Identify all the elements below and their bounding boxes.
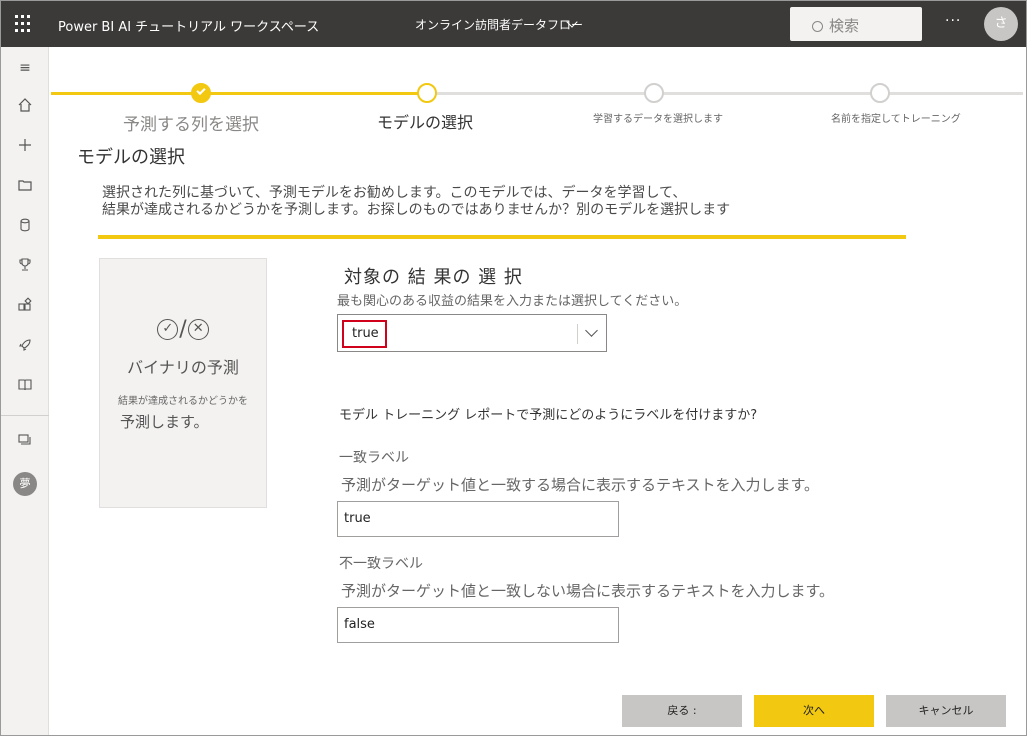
hamburger-menu-icon[interactable]: ≡	[15, 58, 35, 78]
binary-prediction-icon: ✓ / ✕	[100, 316, 266, 342]
outcome-selected-value: true	[342, 320, 387, 348]
user-avatar[interactable]: さ	[984, 7, 1018, 41]
match-label-input[interactable]: true	[337, 501, 619, 537]
browse-folder-icon[interactable]	[15, 177, 35, 197]
dataflow-name[interactable]: オンライン訪問者データフロー	[415, 16, 583, 33]
step-2-label: モデルの選択	[377, 113, 474, 132]
banner-line-1: 選択された列に基づいて、予測モデルをお勧めします。このモデルでは、データを学習し…	[102, 185, 687, 201]
learn-book-icon[interactable]	[15, 377, 35, 397]
apps-icon[interactable]	[15, 297, 35, 317]
workspaces-icon[interactable]	[15, 432, 35, 452]
workspace-title[interactable]: Power BI AI チュートリアル ワークスペース	[58, 16, 319, 35]
workspace-avatar[interactable]: 夢	[13, 472, 37, 496]
outcome-title: 対象の 結 果の 選 択	[344, 267, 523, 288]
dropdown-divider	[577, 324, 578, 344]
search-placeholder: 検索	[829, 17, 860, 35]
outcome-hint: 最も関心のある収益の結果を入力または選択してください。	[337, 294, 688, 309]
step-3-label: 学習するデータを選択します	[593, 114, 723, 125]
step-1-dot	[191, 83, 211, 103]
step-4-label: 名前を指定してトレーニング	[831, 114, 961, 125]
app-window: Power BI AI チュートリアル ワークスペース オンライン訪問者データフ…	[0, 0, 1027, 736]
step-1-label: 予測する列を選択	[123, 115, 259, 135]
mismatch-label-heading: 不一致ラベル	[339, 556, 423, 572]
search-icon	[812, 21, 823, 32]
chevron-down-icon[interactable]	[585, 324, 598, 337]
match-label-heading: 一致ラベル	[339, 450, 409, 466]
home-icon[interactable]	[15, 97, 35, 117]
mismatch-label-hint: 予測がターゲット値と一致しない場合に表示するテキストを入力します。	[341, 582, 835, 600]
step-2-dot	[417, 83, 437, 103]
back-button[interactable]: 戻る :	[622, 695, 742, 727]
data-hub-icon[interactable]	[15, 217, 35, 237]
nav-rail: ≡ 夢	[1, 47, 49, 735]
search-box[interactable]: 検索	[790, 7, 922, 41]
model-card-title: バイナリの予測	[127, 357, 239, 377]
step-4-dot	[870, 83, 890, 103]
model-card-desc-line-1: 結果が達成されるかどうかを	[118, 395, 248, 407]
banner-line-2[interactable]: 結果が達成されるかどうかを予測します。お探しのものではありませんか？別のモデルを…	[98, 202, 906, 219]
mismatch-label-input[interactable]: false	[337, 607, 619, 643]
top-bar: Power BI AI チュートリアル ワークスペース オンライン訪問者データフ…	[1, 1, 1026, 47]
next-button[interactable]: 次へ	[754, 695, 874, 727]
outcome-dropdown[interactable]: true	[337, 314, 607, 352]
page-title: モデルの選択	[77, 147, 185, 168]
step-3-dot	[644, 83, 664, 103]
more-options-button[interactable]: ···	[945, 13, 961, 29]
app-launcher-icon[interactable]	[15, 15, 33, 33]
model-card-binary[interactable]: ✓ / ✕ バイナリの予測 結果が達成されるかどうかを 予測します。	[99, 258, 267, 508]
create-plus-icon[interactable]	[15, 137, 35, 157]
progress-track-remaining	[427, 92, 1023, 95]
progress-track-complete	[51, 92, 427, 95]
checkmark-icon	[196, 85, 206, 96]
rail-divider	[1, 415, 49, 416]
goals-trophy-icon[interactable]	[15, 257, 35, 277]
model-card-desc-line-2: 予測します。	[120, 412, 209, 431]
match-label-hint: 予測がターゲット値と一致する場合に表示するテキストを入力します。	[341, 476, 820, 494]
cancel-button[interactable]: キャンセル	[886, 695, 1006, 727]
deployment-rocket-icon[interactable]	[15, 337, 35, 357]
recommendation-banner: 選択された列に基づいて、予測モデルをお勧めします。このモデルでは、データを学習し…	[98, 185, 906, 239]
labels-question: モデル トレーニング レポートで予測にどのようにラベルを付けますか?	[339, 408, 758, 423]
